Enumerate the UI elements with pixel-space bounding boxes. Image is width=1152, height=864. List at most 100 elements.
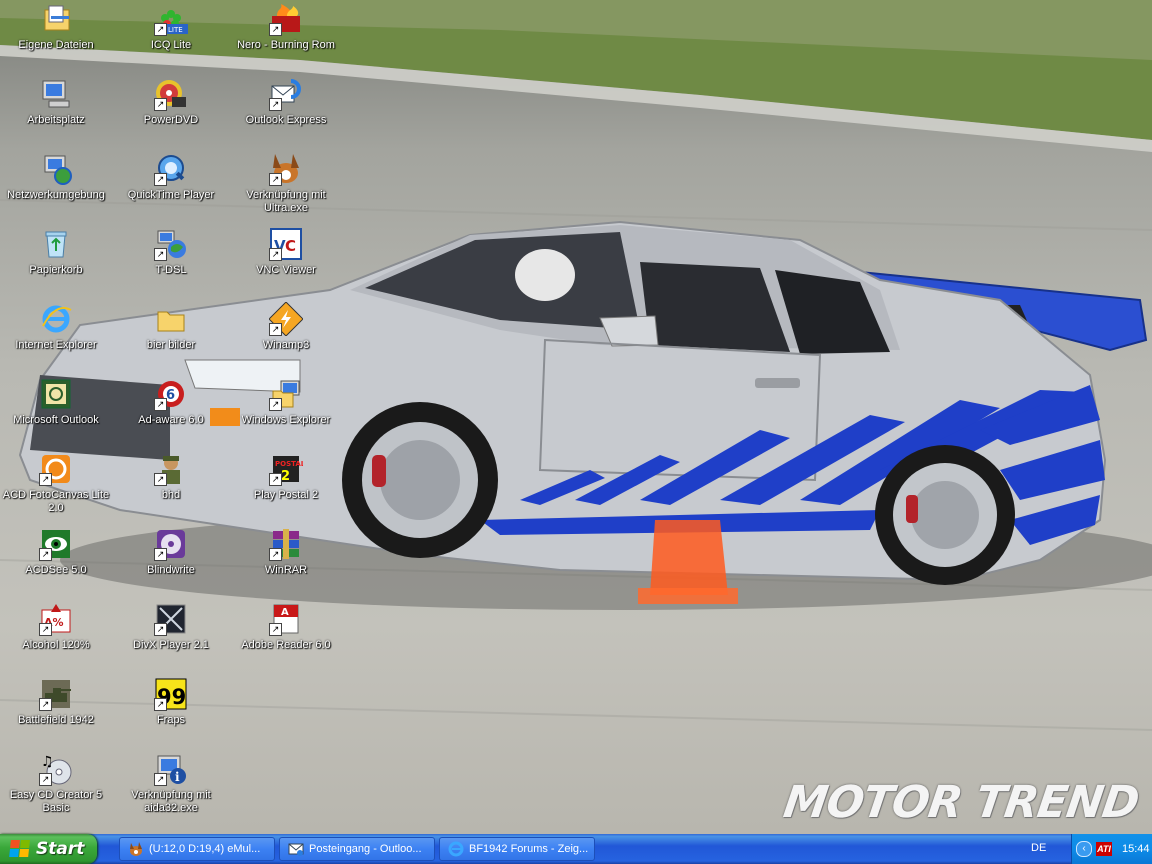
shortcut-arrow-icon: ↗ <box>269 98 282 111</box>
shortcut-arrow-icon: ↗ <box>39 698 52 711</box>
acdsee-eye-icon: ↗ <box>39 527 73 561</box>
desktop-icon-postal-2[interactable]: POSTAL 2 ↗ Play Postal 2 <box>230 452 342 502</box>
desktop-icon-emule-mule[interactable]: ↗ Verknüpfung mit Ultra.exe <box>230 152 342 215</box>
shortcut-arrow-icon: ↗ <box>269 23 282 36</box>
desktop-icon-my-computer[interactable]: Arbeitsplatz <box>0 77 112 127</box>
recycle-bin-icon <box>39 227 73 261</box>
shortcut-arrow-icon: ↗ <box>154 398 167 411</box>
powerdvd-disc-icon: ↗ <box>154 77 188 111</box>
emule-mule-icon <box>128 841 144 857</box>
desktop-icon-fraps-99[interactable]: 99 ↗ Fraps <box>115 677 227 727</box>
desktop-icon-adobe-reader[interactable]: A ↗ Adobe Reader 6.0 <box>230 602 342 652</box>
desktop-icon-label: Windows Explorer <box>241 414 331 426</box>
desktop-icon-ad-aware[interactable]: 6 ↗ Ad-aware 6.0 <box>115 377 227 427</box>
start-button[interactable]: Start <box>0 834 97 864</box>
alcohol-120-icon: A% ↗ <box>39 602 73 636</box>
desktop-icon-internet-explorer[interactable]: Internet Explorer <box>0 302 112 352</box>
shortcut-arrow-icon: ↗ <box>154 773 167 786</box>
desktop-icon-quicktime[interactable]: ↗ QuickTime Player <box>115 152 227 202</box>
taskbar-button-emule[interactable]: (U:12,0 D:19,4) eMul... <box>119 837 275 861</box>
desktop-icon-label: Nero - Burning Rom <box>237 39 335 51</box>
desktop-icon-label: bier bilder <box>146 339 196 351</box>
desktop-icon-label: Fraps <box>156 714 186 726</box>
task-label: BF1942 Forums - Zeig... <box>469 843 589 855</box>
shortcut-arrow-icon: ↗ <box>269 248 282 261</box>
desktop-icon-vnc-viewer[interactable]: V C ↗ VNC Viewer <box>230 227 342 277</box>
language-indicator[interactable]: DE <box>1031 842 1046 854</box>
desktop-icon-windows-explorer[interactable]: ↗ Windows Explorer <box>230 377 342 427</box>
fraps-99-icon: 99 ↗ <box>154 677 188 711</box>
desktop-icon-alcohol-120[interactable]: A% ↗ Alcohol 120% <box>0 602 112 652</box>
outlook-express-icon <box>288 841 304 857</box>
start-label: Start <box>36 839 85 859</box>
motor-trend-watermark: MOTOR TREND <box>780 777 1142 828</box>
desktop-icon-label: Papierkorb <box>29 264 83 276</box>
taskbar-button-outlook[interactable]: Posteingang - Outloo... <box>279 837 435 861</box>
postal-2-icon: POSTAL 2 ↗ <box>269 452 306 486</box>
desktop-icon-ms-outlook[interactable]: Microsoft Outlook <box>0 377 112 427</box>
shortcut-arrow-icon: ↗ <box>154 173 167 186</box>
task-label: Posteingang - Outloo... <box>309 843 422 855</box>
ati-tray-icon[interactable]: ATI <box>1096 842 1112 856</box>
desktop-icon-easy-cd-creator[interactable]: ♫ ↗ Easy CD Creator 5 Basic <box>0 752 112 815</box>
desktop-icon-label: ACD FotoCanvas Lite 2.0 <box>2 489 110 514</box>
desktop-icon-divx-player[interactable]: ↗ DivX Player 2.1 <box>115 602 227 652</box>
desktop-icon-label: VNC Viewer <box>256 264 316 276</box>
shortcut-arrow-icon: ↗ <box>39 773 52 786</box>
desktop-icon-network-places[interactable]: Netzwerkumgebung <box>0 152 112 202</box>
soldier-icon: ↗ <box>154 452 188 486</box>
desktop-icon-label: PowerDVD <box>143 114 199 126</box>
task-label: (U:12,0 D:19,4) eMul... <box>149 843 261 855</box>
desktop-icon-aida32-info[interactable]: i ↗ Verknüpfung mit aida32.exe <box>115 752 227 815</box>
desktop-icon-label: Eigene Dateien <box>18 39 94 51</box>
battlefield-tank-icon: ↗ <box>39 677 73 711</box>
desktop-icon-icq-flower[interactable]: LITE ↗ ICQ Lite <box>115 2 227 52</box>
shortcut-arrow-icon: ↗ <box>154 473 167 486</box>
clock[interactable]: 15:44 <box>1122 843 1150 855</box>
divx-player-icon: ↗ <box>154 602 188 636</box>
shortcut-arrow-icon: ↗ <box>154 548 167 561</box>
internet-explorer-icon <box>448 841 464 857</box>
desktop-icon-label: Microsoft Outlook <box>13 414 99 426</box>
desktop-icon-label: Verknüpfung mit aida32.exe <box>131 789 211 814</box>
desktop-icon-blindwrite[interactable]: ↗ Blindwrite <box>115 527 227 577</box>
desktop-icon-network-globe[interactable]: ↗ T-DSL <box>115 227 227 277</box>
system-tray: ‹ ATI 15:44 <box>1071 834 1152 864</box>
desktop-icon-folder[interactable]: bier bilder <box>115 302 227 352</box>
blindwrite-icon: ↗ <box>154 527 188 561</box>
desktop-icon-label: WinRAR <box>264 564 308 576</box>
shortcut-arrow-icon: ↗ <box>269 398 282 411</box>
desktop-icon-nero-flame[interactable]: ↗ Nero - Burning Rom <box>230 2 342 52</box>
desktop-icon-battlefield-tank[interactable]: ↗ Battlefield 1942 <box>0 677 112 727</box>
quicktime-icon: ↗ <box>154 152 188 186</box>
network-globe-icon: ↗ <box>154 227 188 261</box>
desktop-icon-label: ACDSee 5.0 <box>25 564 87 576</box>
desktop-icon-label: Verknüpfung mit Ultra.exe <box>246 189 326 214</box>
desktop-icon-outlook-express[interactable]: ↗ Outlook Express <box>230 77 342 127</box>
icq-flower-icon: LITE ↗ <box>154 2 188 36</box>
svg-text:A: A <box>281 607 289 618</box>
adobe-reader-icon: A ↗ <box>269 602 303 636</box>
outlook-express-icon: ↗ <box>269 77 303 111</box>
shortcut-arrow-icon: ↗ <box>39 623 52 636</box>
windows-logo-icon <box>9 840 31 858</box>
easy-cd-creator-icon: ♫ ↗ <box>39 752 73 786</box>
desktop-icon-powerdvd-disc[interactable]: ↗ PowerDVD <box>115 77 227 127</box>
emule-mule-icon: ↗ <box>269 152 303 186</box>
desktop-icon-fotocanvas[interactable]: ↗ ACD FotoCanvas Lite 2.0 <box>0 452 112 515</box>
desktop-icon-label: Alcohol 120% <box>22 639 90 651</box>
desktop-icon-label: Ad-aware 6.0 <box>138 414 204 426</box>
taskbar-button-bf1942-forums[interactable]: BF1942 Forums - Zeig... <box>439 837 595 861</box>
tray-expand-chevron-icon[interactable]: ‹ <box>1076 841 1092 857</box>
desktop-icon-recycle-bin[interactable]: Papierkorb <box>0 227 112 277</box>
desktop-icon-winamp-bolt[interactable]: ↗ Winamp3 <box>230 301 342 352</box>
desktop-icon-acdsee-eye[interactable]: ↗ ACDSee 5.0 <box>0 527 112 577</box>
shortcut-arrow-icon: ↗ <box>154 623 167 636</box>
desktop-icon-soldier[interactable]: ↗ bhd <box>115 452 227 502</box>
shortcut-arrow-icon: ↗ <box>269 548 282 561</box>
desktop-icon-winrar-books[interactable]: ↗ WinRAR <box>230 527 342 577</box>
desktop-icon-label: Adobe Reader 6.0 <box>241 639 331 651</box>
shortcut-arrow-icon: ↗ <box>269 623 282 636</box>
my-computer-icon <box>39 77 73 111</box>
desktop-icon-my-documents[interactable]: Eigene Dateien <box>0 2 112 52</box>
